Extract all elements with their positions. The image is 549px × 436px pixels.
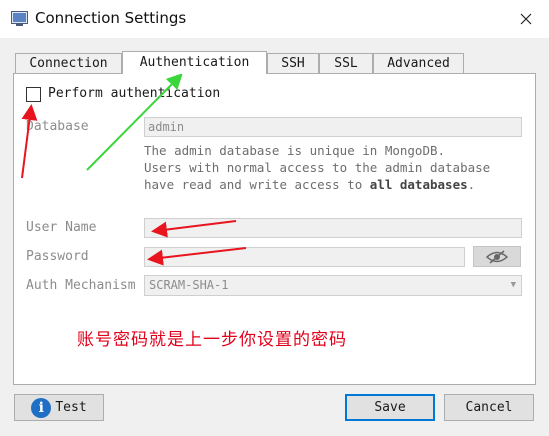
save-button[interactable]: Save: [345, 394, 435, 421]
close-icon: [520, 13, 532, 25]
description-line-2: Users with normal access to the admin da…: [144, 160, 491, 175]
description-period: .: [467, 177, 476, 192]
password-label: Password: [26, 249, 89, 264]
database-input[interactable]: admin: [144, 117, 522, 137]
database-description: The admin database is unique in MongoDB.…: [144, 142, 508, 193]
auth-mechanism-value: SCRAM-SHA-1: [149, 278, 229, 292]
test-button-label: Test: [55, 400, 87, 415]
auth-mechanism-select[interactable]: SCRAM-SHA-1 ▼: [144, 275, 522, 296]
username-label: User Name: [26, 220, 97, 235]
tab-connection[interactable]: Connection: [15, 53, 122, 73]
annotation-note: 账号密码就是上一步你设置的密码: [77, 330, 347, 350]
perform-authentication-checkbox[interactable]: [26, 87, 41, 102]
username-input[interactable]: [144, 218, 522, 238]
close-button[interactable]: [503, 0, 549, 38]
database-label: Database: [26, 119, 89, 134]
app-window-icon: [11, 11, 28, 26]
password-input[interactable]: [144, 247, 465, 267]
eye-slash-icon: [486, 249, 508, 264]
window-title: Connection Settings: [35, 9, 187, 27]
description-text: have read and write access to: [144, 177, 370, 192]
title-bar: Connection Settings: [0, 0, 549, 38]
info-icon: i: [31, 397, 52, 418]
description-line-3: have read and write access to all databa…: [144, 176, 508, 193]
tab-advanced[interactable]: Advanced: [373, 53, 464, 73]
tab-authentication[interactable]: Authentication: [122, 51, 267, 74]
perform-authentication-label[interactable]: Perform authentication: [48, 86, 220, 101]
test-button[interactable]: i Test: [14, 394, 104, 421]
description-bold-text: all databases: [369, 177, 468, 192]
show-password-button[interactable]: [473, 246, 521, 267]
description-line-1: The admin database is unique in MongoDB.: [144, 143, 446, 158]
tab-ssl[interactable]: SSL: [319, 53, 373, 73]
auth-mechanism-label: Auth Mechanism: [26, 278, 136, 293]
chevron-down-icon: ▼: [510, 280, 516, 290]
tab-ssh[interactable]: SSH: [267, 53, 319, 73]
cancel-button[interactable]: Cancel: [444, 394, 534, 421]
